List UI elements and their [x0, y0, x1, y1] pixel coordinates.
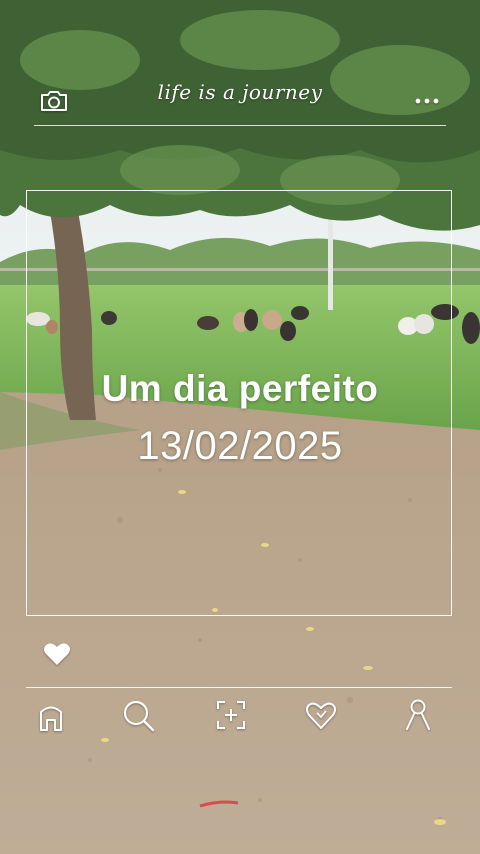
add-frame-icon[interactable]: [216, 700, 246, 730]
card-date: 13/02/2025: [137, 424, 343, 468]
camera-icon[interactable]: [39, 89, 69, 113]
brand-title: life is a journey: [157, 80, 323, 104]
bottom-nav-divider: [26, 687, 452, 688]
heart-outline-icon[interactable]: [305, 700, 337, 730]
search-icon[interactable]: [122, 699, 156, 733]
card-title: Um dia perfeito: [101, 368, 379, 409]
more-horizontal-icon[interactable]: [414, 97, 440, 105]
header-divider: [34, 125, 446, 126]
heart-icon[interactable]: [43, 641, 71, 666]
profile-icon[interactable]: [404, 698, 432, 730]
home-icon[interactable]: [36, 702, 66, 732]
